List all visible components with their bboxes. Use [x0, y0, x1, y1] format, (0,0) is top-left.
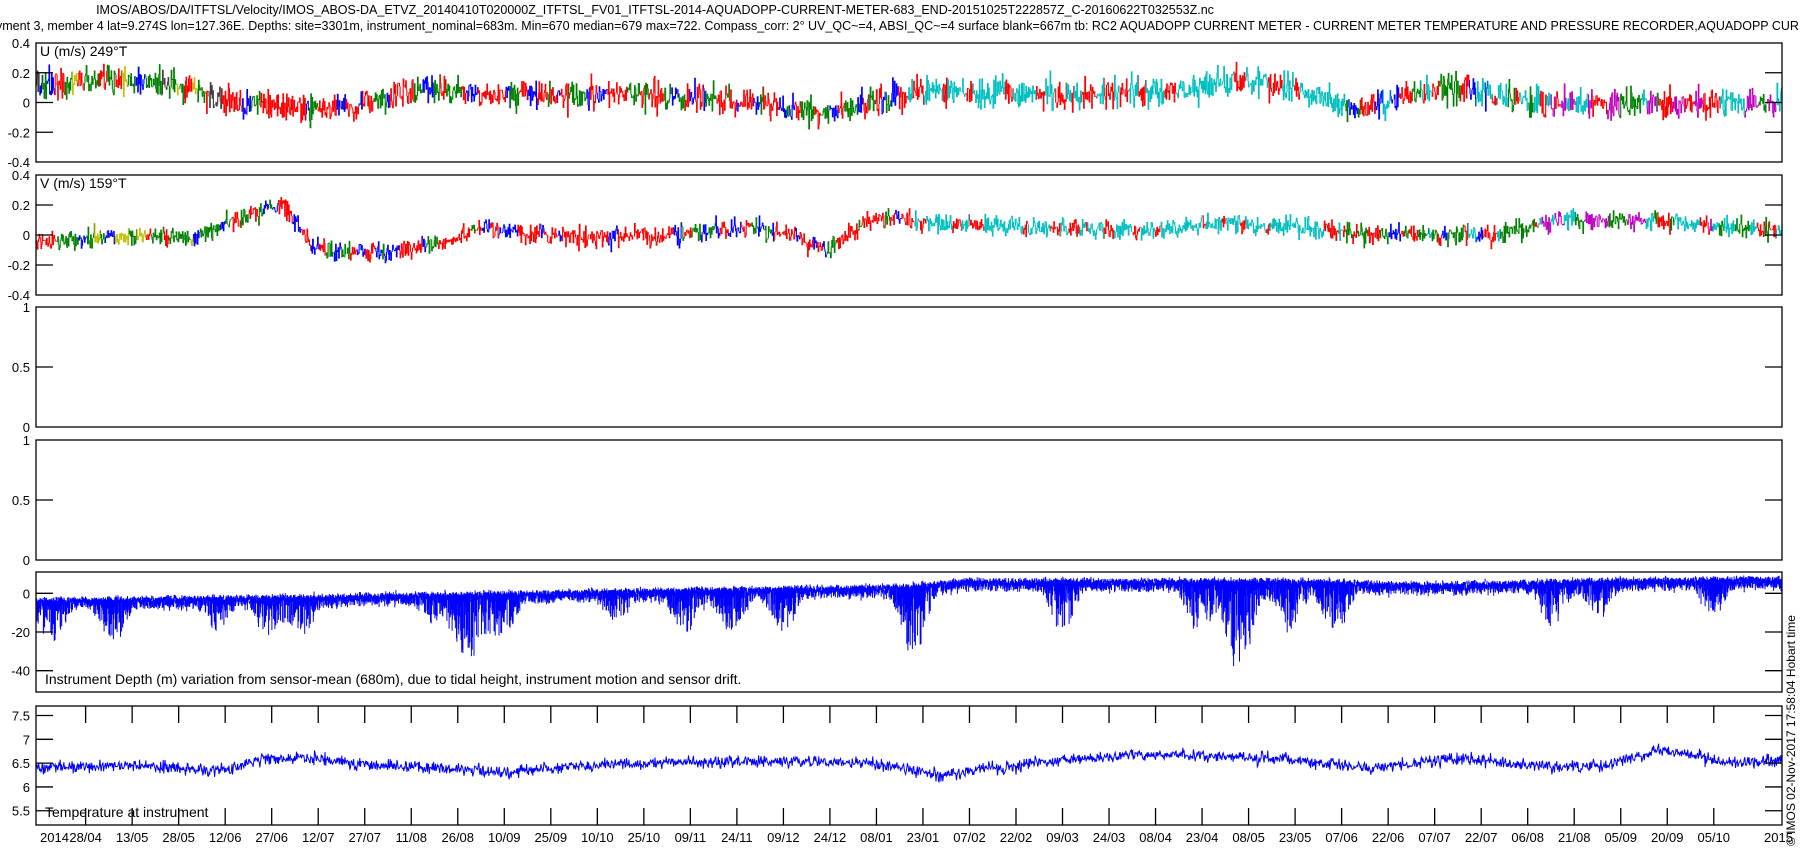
y-tick-label: 0.4 — [12, 168, 30, 183]
credit-text: © IMOS 02-Nov-2017 17:58:04 Hobart time — [1784, 615, 1798, 846]
x-start-year-label: 2014 — [40, 830, 69, 845]
x-tick-label: 05/10 — [1697, 830, 1730, 845]
temp-series — [35, 743, 1783, 783]
x-tick-label: 10/09 — [488, 830, 521, 845]
panel-v: -0.4-0.200.20.4 V (m/s) 159°T — [8, 168, 1783, 303]
y-tick-label: 0 — [23, 553, 30, 568]
x-tick-label: 08/01 — [860, 830, 893, 845]
panel-empty2: 00.51 — [12, 433, 1783, 568]
y-tick-label: 0.2 — [12, 66, 30, 81]
x-tick-label: 26/08 — [441, 830, 474, 845]
panels: -0.4-0.200.20.4 U (m/s) 249°T-0.4-0.200.2… — [8, 36, 1783, 826]
x-axis-ticks: 28/04 13/05 28/05 12/06 27/06 12/07 27/07 11/08… — [69, 830, 1730, 845]
x-tick-label: 20/09 — [1651, 830, 1684, 845]
x-tick-label: 12/06 — [209, 830, 242, 845]
x-tick-label: 13/05 — [116, 830, 149, 845]
y-tick-label: 0 — [23, 586, 30, 601]
panel-empty1: 00.51 — [12, 300, 1783, 435]
depth-panel-label: Instrument Depth (m) variation from sens… — [45, 671, 741, 687]
temp-panel-label: Temperature at instrument — [45, 804, 209, 820]
x-tick-label: 07/06 — [1325, 830, 1358, 845]
y-tick-label: 0.5 — [12, 360, 30, 375]
y-tick-label: 7.5 — [12, 709, 30, 724]
x-tick-label: 27/06 — [255, 830, 288, 845]
x-tick-label: 09/03 — [1046, 830, 1079, 845]
y-tick-label: 0.2 — [12, 198, 30, 213]
y-tick-label: -20 — [11, 625, 30, 640]
y-tick-label: -40 — [11, 664, 30, 679]
x-tick-label: 22/06 — [1372, 830, 1405, 845]
x-tick-label: 24/12 — [814, 830, 847, 845]
x-tick-label: 24/03 — [1093, 830, 1126, 845]
x-tick-label: 11/08 — [395, 830, 427, 845]
empty1-axes-frame — [35, 306, 1783, 428]
x-tick-label: 22/02 — [1000, 830, 1033, 845]
x-tick-label: 27/07 — [348, 830, 381, 845]
y-tick-label: 1 — [23, 433, 30, 448]
y-tick-label: -0.2 — [8, 125, 30, 140]
empty2-axes-frame — [35, 439, 1783, 561]
x-tick-label: 25/10 — [628, 830, 661, 845]
y-tick-label: 6 — [23, 780, 30, 795]
x-tick-label: 07/02 — [953, 830, 986, 845]
v-axes-frame — [35, 174, 1783, 296]
y-tick-label: 0 — [23, 228, 30, 243]
x-tick-label: 23/04 — [1186, 830, 1219, 845]
figure: IMOS/ABOS/DA/ITFTSL/Velocity/IMOS_ABOS-D… — [0, 3, 1800, 846]
v-panel-label: V (m/s) 159°T — [40, 175, 127, 191]
y-tick-label: 1 — [23, 300, 30, 315]
figure-title-line2: yment 3, member 4 lat=9.274S lon=127.36E… — [0, 19, 1800, 33]
y-tick-label: 0.4 — [12, 36, 30, 51]
y-tick-label: 7 — [23, 732, 30, 747]
x-tick-label: 28/05 — [162, 830, 195, 845]
x-tick-label: 22/07 — [1465, 830, 1498, 845]
x-tick-label: 28/04 — [69, 830, 102, 845]
u-panel-label: U (m/s) 249°T — [40, 43, 128, 59]
x-tick-label: 10/10 — [581, 830, 614, 845]
x-tick-label: 23/01 — [907, 830, 940, 845]
x-tick-label: 06/08 — [1511, 830, 1544, 845]
y-tick-label: 6.5 — [12, 756, 30, 771]
x-tick-label: 08/04 — [1139, 830, 1172, 845]
panel-depth: 0 -20 -40 Instrument Depth (m) variation fr… — [11, 571, 1783, 693]
x-tick-label: 09/11 — [675, 830, 707, 845]
x-tick-label: 25/09 — [535, 830, 568, 845]
y-tick-label: 5.5 — [12, 804, 30, 819]
panel-u: -0.4-0.200.20.4 U (m/s) 249°T — [8, 36, 1783, 170]
x-tick-label: 08/05 — [1232, 830, 1265, 845]
y-tick-label: 0 — [23, 96, 30, 111]
panel-temp: 5.5 6 6.5 7 7.5 Temperature at instrument — [12, 705, 1783, 826]
x-tick-label: 09/12 — [767, 830, 800, 845]
y-tick-label: -0.2 — [8, 258, 30, 273]
x-tick-label: 24/11 — [721, 830, 753, 845]
y-tick-label: 0.5 — [12, 493, 30, 508]
x-tick-label: 12/07 — [302, 830, 335, 845]
figure-title-line1: IMOS/ABOS/DA/ITFTSL/Velocity/IMOS_ABOS-D… — [96, 3, 1214, 17]
x-tick-label: 23/05 — [1279, 830, 1312, 845]
x-tick-label: 05/09 — [1604, 830, 1637, 845]
x-tick-label: 21/08 — [1558, 830, 1591, 845]
depth-series — [35, 575, 1783, 667]
x-tick-label: 07/07 — [1418, 830, 1451, 845]
